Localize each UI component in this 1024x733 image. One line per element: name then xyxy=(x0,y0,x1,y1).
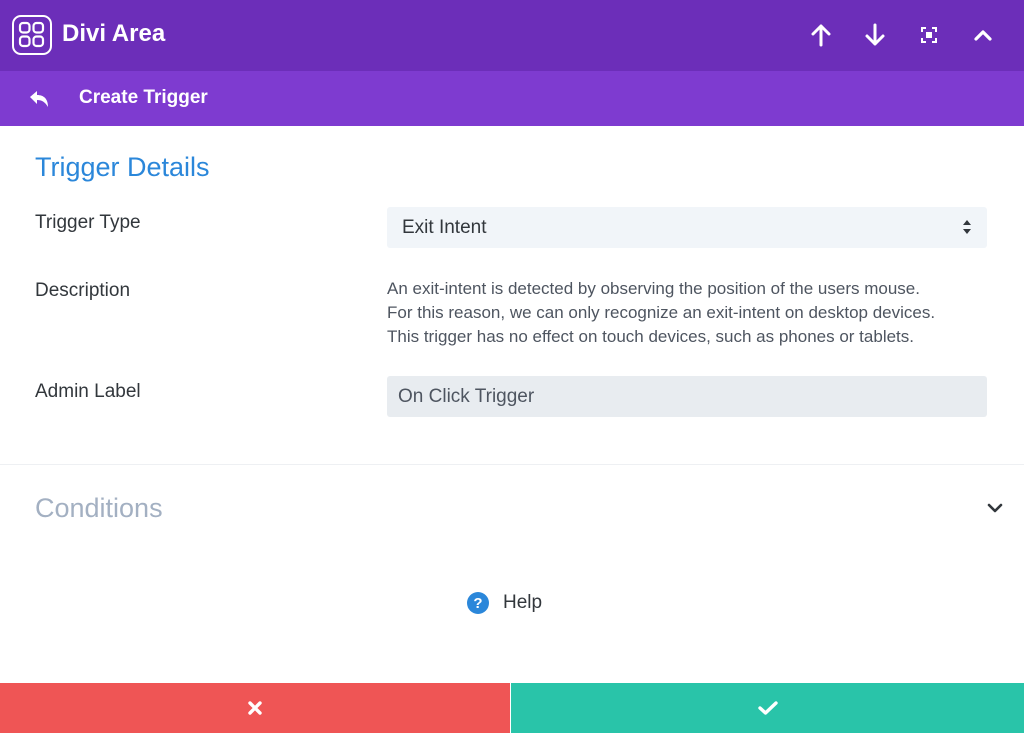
admin-label-label: Admin Label xyxy=(35,381,141,402)
trigger-type-select[interactable]: Exit Intent xyxy=(387,207,987,248)
description-line: This trigger has no effect on touch devi… xyxy=(387,327,914,346)
arrow-down-icon[interactable] xyxy=(860,20,890,50)
divi-area-logo-icon xyxy=(12,15,52,55)
collapse-icon[interactable] xyxy=(968,20,998,50)
cancel-button[interactable] xyxy=(0,683,510,733)
help-link[interactable]: ? Help xyxy=(467,590,542,616)
select-arrows-icon xyxy=(962,219,972,240)
trigger-description: An exit-intent is detected by observing … xyxy=(387,277,997,349)
chevron-down-icon[interactable] xyxy=(982,498,1008,518)
page-title: Create Trigger xyxy=(79,87,208,108)
description-line: For this reason, we can only recognize a… xyxy=(387,303,936,322)
trigger-details-heading: Trigger Details xyxy=(35,152,210,182)
help-label: Help xyxy=(503,592,543,613)
close-icon xyxy=(248,701,262,715)
section-divider xyxy=(0,464,1024,465)
trigger-type-label: Trigger Type xyxy=(35,212,141,233)
description-line: An exit-intent is detected by observing … xyxy=(387,279,920,298)
undo-icon[interactable] xyxy=(24,85,54,113)
expand-icon[interactable] xyxy=(914,20,944,50)
question-circle-icon: ? xyxy=(467,592,489,614)
save-button[interactable] xyxy=(511,683,1024,733)
app-title: Divi Area xyxy=(62,20,166,47)
admin-label-input[interactable] xyxy=(387,376,987,417)
trigger-type-value: Exit Intent xyxy=(402,217,487,238)
arrow-up-icon[interactable] xyxy=(806,20,836,50)
checkmark-icon xyxy=(757,701,778,715)
description-label: Description xyxy=(35,280,131,301)
conditions-heading[interactable]: Conditions xyxy=(35,492,163,524)
